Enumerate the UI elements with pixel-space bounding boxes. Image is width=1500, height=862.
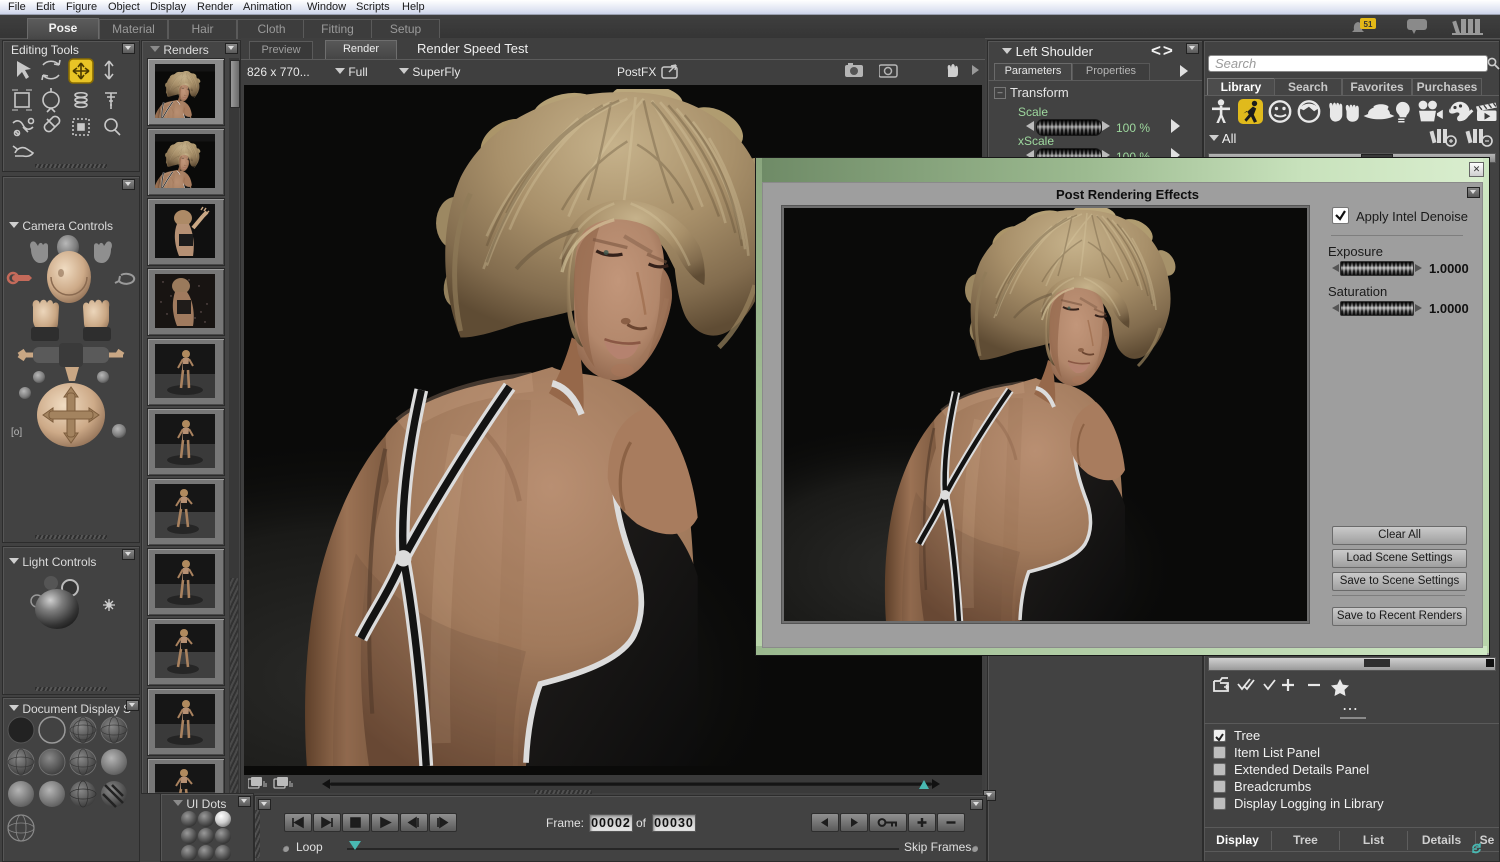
svg-text:51: 51 [1364, 20, 1373, 29]
svg-text:[o]: [o] [11, 427, 22, 438]
